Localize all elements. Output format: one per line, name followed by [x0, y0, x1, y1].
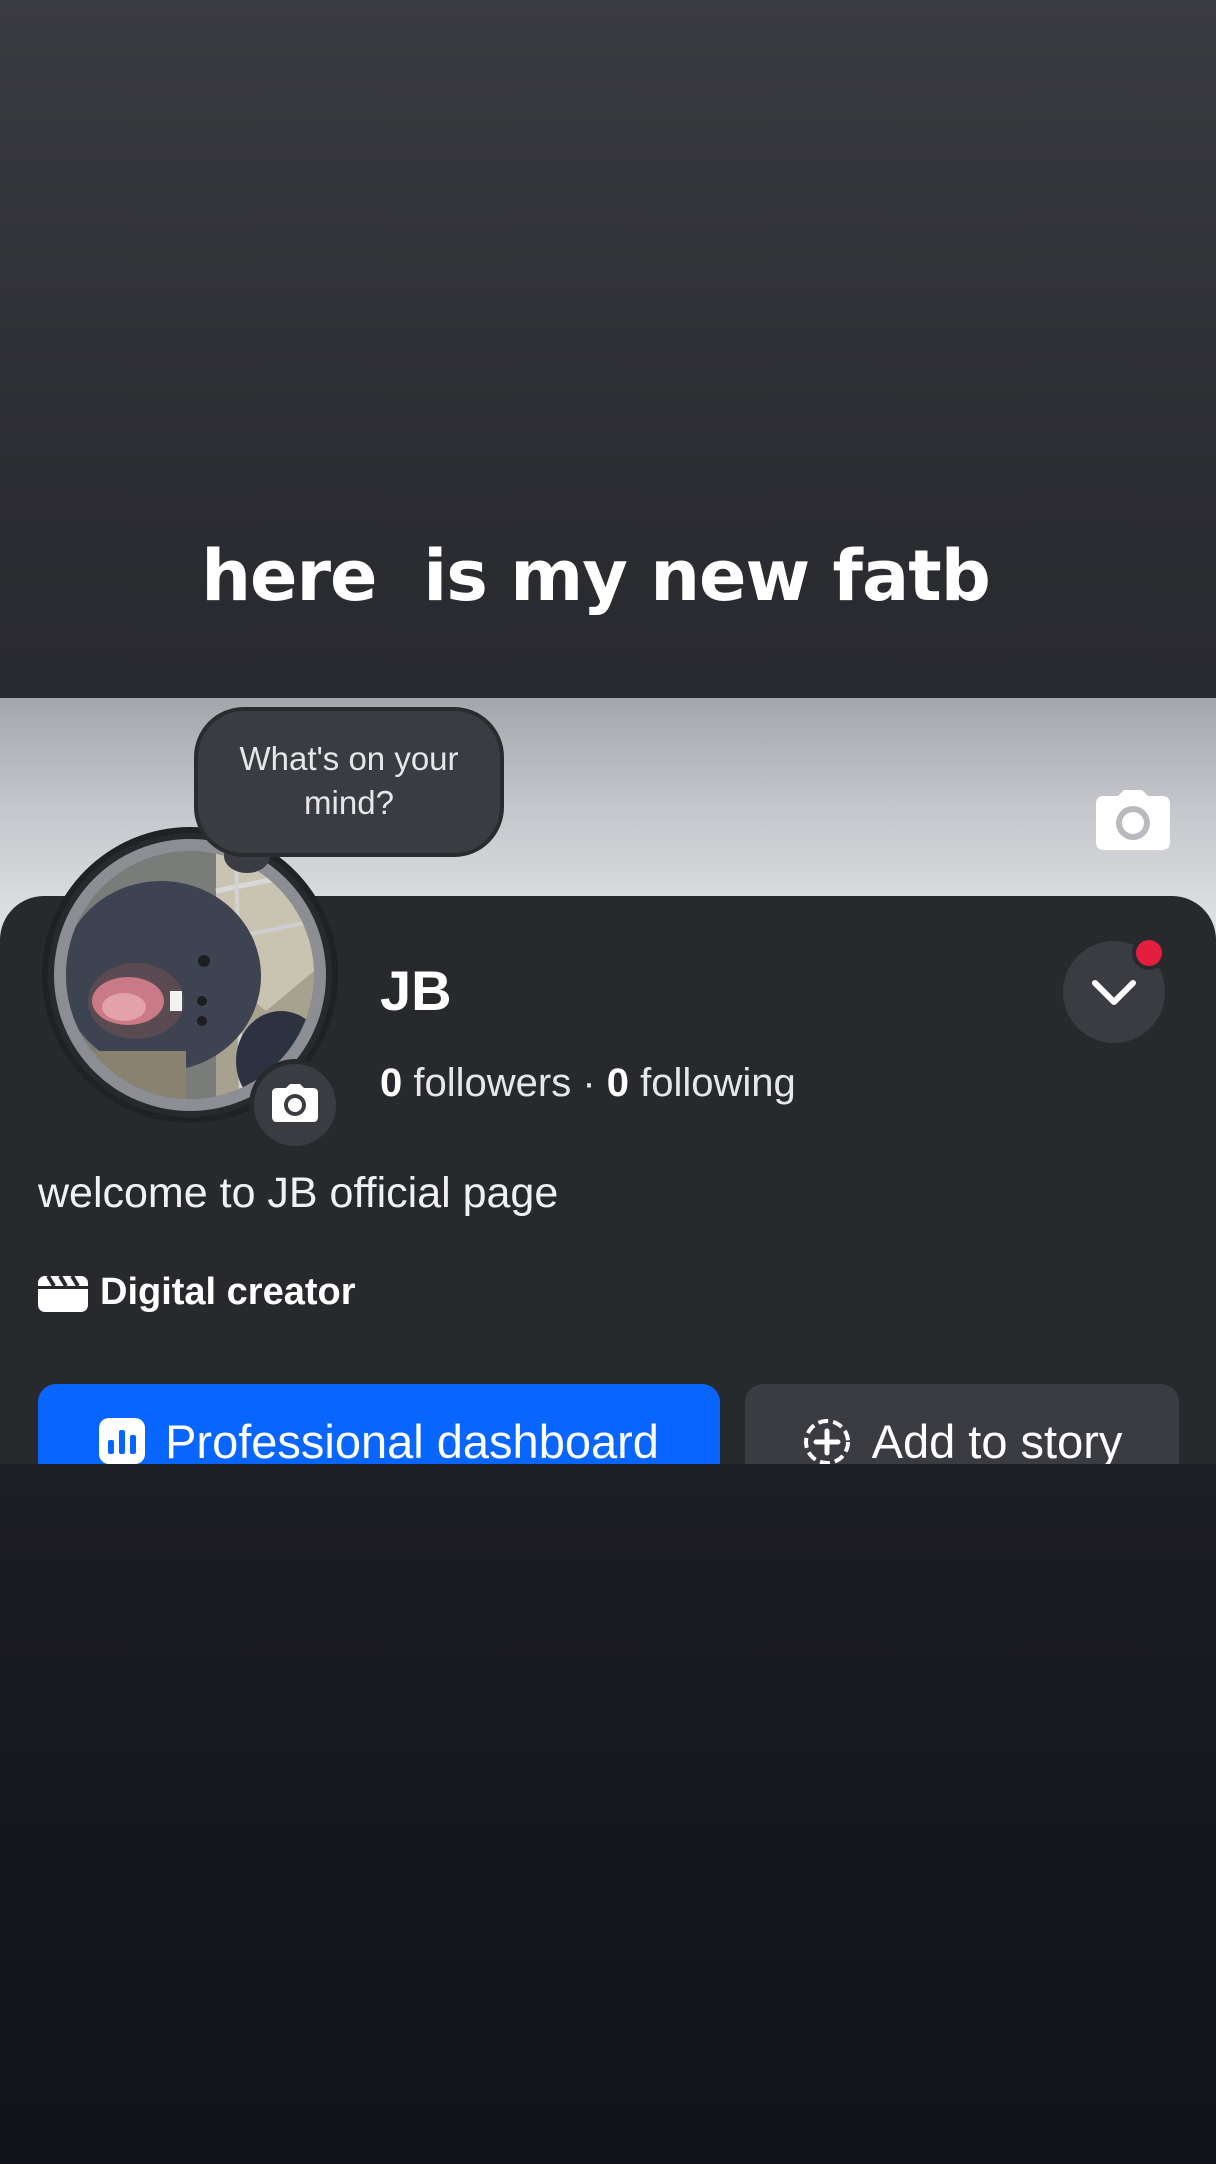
followers-count[interactable]: 0 — [380, 1061, 402, 1105]
following-count[interactable]: 0 — [607, 1061, 629, 1105]
profile-name: JB — [380, 959, 452, 1022]
profile-category: Digital creator — [38, 1266, 356, 1318]
chevron-down-icon — [1092, 980, 1136, 1005]
follow-stats: 0 followers · 0 following — [380, 1056, 796, 1110]
lower-background — [0, 1464, 1216, 2164]
bar-chart-icon — [99, 1418, 146, 1464]
stats-separator: · — [571, 1061, 607, 1105]
professional-dashboard-label: Professional dashboard — [165, 1415, 659, 1468]
status-prompt-bubble[interactable]: What's on your mind? — [198, 711, 500, 853]
avatar[interactable] — [66, 851, 314, 1099]
followers-label[interactable]: followers — [402, 1061, 571, 1105]
profile-bio: welcome to JB official page — [38, 1169, 559, 1217]
camera-icon — [272, 1084, 318, 1122]
add-to-story-label: Add to story — [871, 1415, 1123, 1468]
caption-overlay: here is my new fatb — [201, 535, 991, 617]
add-circle-icon — [803, 1419, 850, 1465]
notification-dot — [1136, 940, 1162, 966]
clapperboard-icon — [38, 1274, 88, 1312]
avatar-camera-button[interactable] — [254, 1064, 336, 1146]
category-label: Digital creator — [100, 1270, 356, 1313]
avatar-photo — [66, 851, 314, 1099]
following-label[interactable]: following — [629, 1061, 796, 1105]
camera-icon[interactable] — [1096, 790, 1170, 850]
